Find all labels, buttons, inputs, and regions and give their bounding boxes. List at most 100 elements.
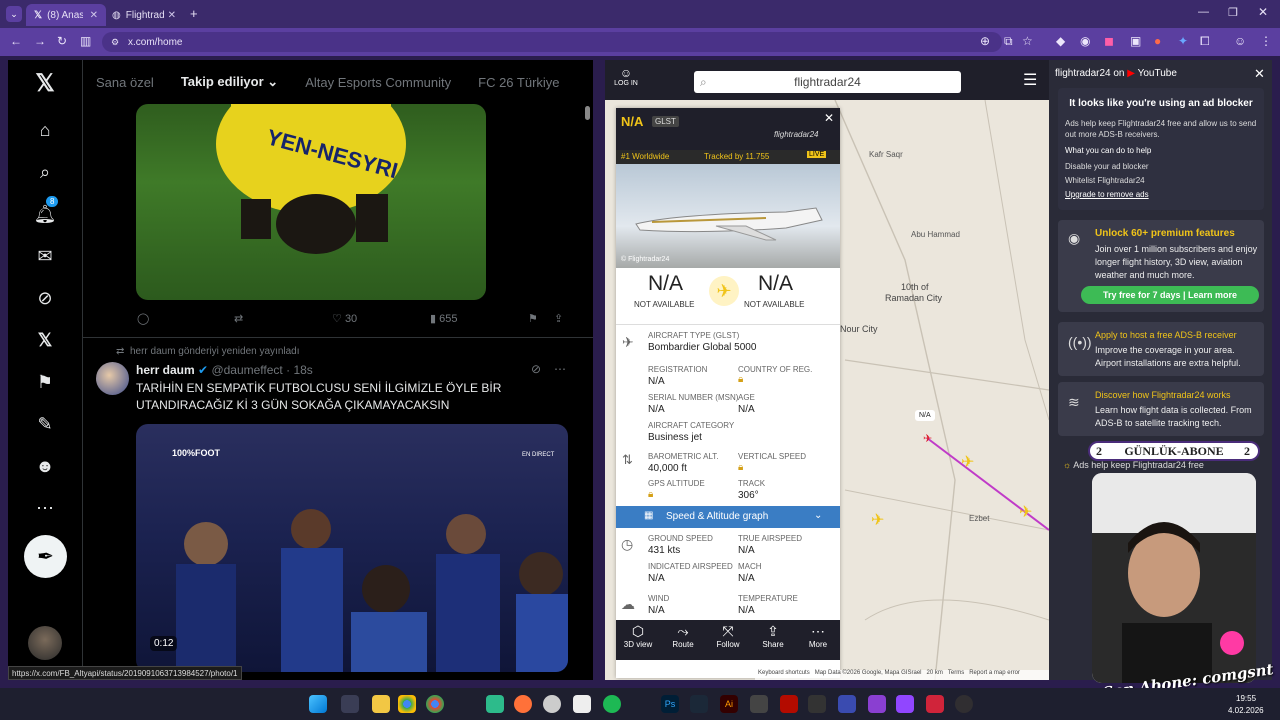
tab-following[interactable]: Takip ediliyor ⌄ bbox=[181, 74, 278, 90]
address-bar[interactable]: ⚙ x.com/home bbox=[102, 32, 1002, 52]
translate-icon[interactable]: ⧉ bbox=[1004, 34, 1013, 49]
post1-bookmark-button[interactable]: ⚑ bbox=[528, 312, 538, 325]
messages-icon[interactable]: ✉ bbox=[32, 243, 58, 269]
forward-icon[interactable]: → bbox=[34, 34, 46, 48]
extensions-puzzle-icon[interactable]: ⧠ bbox=[1200, 34, 1210, 49]
scrollbar[interactable] bbox=[585, 106, 590, 120]
post1-reply-button[interactable]: ◯ bbox=[137, 312, 149, 325]
fr24-search-input[interactable]: ⌕ flightradar24 bbox=[694, 71, 961, 93]
speed-altitude-graph-toggle[interactable]: ▦ Speed & Altitude graph ⌄ bbox=[616, 506, 840, 528]
tray-date[interactable]: 4.02.2026 bbox=[1228, 706, 1264, 715]
extension-3-icon[interactable]: ◼ bbox=[1104, 34, 1114, 48]
profile-icon[interactable]: ☻ bbox=[32, 453, 58, 479]
file-explorer-icon[interactable] bbox=[372, 695, 390, 713]
steam-icon[interactable] bbox=[690, 695, 708, 713]
share-button[interactable]: ⇪ Share bbox=[751, 620, 795, 660]
explore-search-icon[interactable]: ⌕ bbox=[32, 159, 58, 185]
tab-fc26[interactable]: FC 26 Türkiye bbox=[478, 75, 559, 90]
aircraft-marker-icon[interactable]: ✈ bbox=[961, 452, 974, 472]
bookmark-star-icon[interactable]: ☆ bbox=[1022, 34, 1033, 48]
notifications-icon[interactable]: 🔔︎ 8 bbox=[32, 196, 59, 227]
close-panel-icon[interactable]: ✕ bbox=[824, 111, 834, 125]
app-green-icon[interactable] bbox=[486, 695, 504, 713]
selected-flight-label[interactable]: N/A bbox=[915, 410, 935, 421]
obs-icon[interactable] bbox=[955, 695, 973, 713]
tab-community[interactable]: Altay Esports Community bbox=[305, 75, 451, 90]
post1-share-button[interactable]: ⇪ bbox=[554, 312, 563, 325]
extension-4-icon[interactable]: ▣ bbox=[1130, 34, 1141, 48]
follow-button[interactable]: ⤧ Follow bbox=[706, 620, 750, 660]
chrome-2-icon[interactable] bbox=[426, 695, 444, 713]
post-more-icon[interactable]: ⋯ bbox=[554, 362, 566, 376]
tab-search-icon[interactable]: ⌄ bbox=[6, 6, 22, 22]
tab-x[interactable]: 𝕏 (8) Anasayfa / X ✕ bbox=[26, 4, 106, 26]
zoom-icon[interactable]: ⊕ bbox=[980, 34, 990, 48]
start-icon[interactable] bbox=[309, 695, 327, 713]
repost-note[interactable]: ⇄ herr daum gönderiyi yeniden yayınladı bbox=[116, 346, 300, 357]
app-red-icon[interactable] bbox=[926, 695, 944, 713]
route-button[interactable]: ⤳ Route bbox=[661, 620, 705, 660]
author-handle[interactable]: @daumeffect bbox=[211, 363, 282, 377]
more-button[interactable]: ⋯ More bbox=[796, 620, 840, 660]
post1-photo[interactable]: YEN-NESYRI bbox=[136, 104, 486, 300]
post2-avatar[interactable] bbox=[96, 362, 129, 395]
profile-icon[interactable]: ☺ bbox=[1234, 34, 1246, 48]
grok-post-icon[interactable]: ⊘ bbox=[531, 362, 541, 376]
try-free-button[interactable]: Try free for 7 days | Learn more bbox=[1081, 286, 1259, 304]
extension-1-icon[interactable]: ◆ bbox=[1056, 34, 1065, 48]
tray-time[interactable]: 19:55 bbox=[1236, 694, 1256, 703]
app-twitch-icon[interactable] bbox=[896, 695, 914, 713]
close-tab-icon[interactable]: ✕ bbox=[90, 10, 98, 21]
close-side-icon[interactable]: ✕ bbox=[1254, 66, 1265, 82]
app-chess-icon[interactable] bbox=[750, 695, 768, 713]
firefox-icon[interactable] bbox=[514, 695, 532, 713]
site-info-icon[interactable]: ⚙ bbox=[111, 37, 119, 48]
account-avatar[interactable] bbox=[28, 626, 62, 660]
x-logo-icon[interactable]: 𝕏 bbox=[32, 70, 58, 97]
aircraft-photo[interactable]: © Flightradar24 bbox=[616, 164, 840, 268]
illustrator-icon[interactable]: Ai bbox=[720, 695, 738, 713]
tab-for-you[interactable]: Sana özel bbox=[96, 75, 154, 90]
grok-icon[interactable]: ⊘ bbox=[32, 285, 58, 311]
app-cm-icon[interactable] bbox=[838, 695, 856, 713]
maximize-button[interactable]: ❐ bbox=[1228, 6, 1238, 19]
app-capture-icon[interactable] bbox=[808, 695, 826, 713]
aircraft-marker-icon[interactable]: ✈ bbox=[923, 432, 932, 445]
fr24-menu-icon[interactable]: ☰ bbox=[1023, 70, 1037, 90]
close-window-button[interactable]: ✕ bbox=[1258, 5, 1268, 19]
app-purple-icon[interactable] bbox=[868, 695, 886, 713]
reload-icon[interactable]: ↻ bbox=[57, 34, 67, 48]
photoshop-icon[interactable]: Ps bbox=[661, 695, 679, 713]
spotify-icon[interactable] bbox=[603, 695, 621, 713]
extension-2-icon[interactable]: ◉ bbox=[1080, 34, 1090, 48]
aircraft-marker-icon[interactable]: ✈ bbox=[871, 510, 884, 530]
acrobat-icon[interactable] bbox=[780, 695, 798, 713]
menu-dots-icon[interactable]: ⋮ bbox=[1260, 34, 1272, 48]
chrome-icon[interactable] bbox=[398, 695, 416, 713]
login-button[interactable]: ☺ LOG IN bbox=[613, 66, 639, 87]
post-time[interactable]: · 18s bbox=[286, 363, 313, 377]
3d-view-button[interactable]: ⬡ 3D view bbox=[616, 620, 660, 660]
epic-icon[interactable] bbox=[573, 695, 591, 713]
post1-like-button[interactable]: ♡ 30 bbox=[332, 312, 357, 326]
how-it-works-card[interactable]: ≋ Discover how Flightradar24 works Learn… bbox=[1058, 382, 1264, 436]
close-tab-icon[interactable]: ✕ bbox=[168, 10, 176, 21]
back-icon[interactable]: ← bbox=[10, 34, 22, 48]
more-icon[interactable]: ⋯ bbox=[32, 495, 58, 521]
search-taskbar-icon[interactable] bbox=[341, 695, 359, 713]
post2-video[interactable]: 100%FOOT EN DIRECT 0:12 bbox=[136, 424, 568, 672]
app-ring-icon[interactable] bbox=[543, 695, 561, 713]
jobs-icon[interactable]: ✎ bbox=[32, 411, 58, 437]
post1-views[interactable]: ▮ 655 bbox=[430, 312, 457, 326]
minimize-button[interactable]: — bbox=[1198, 6, 1209, 18]
extension-6-icon[interactable]: ✦ bbox=[1178, 34, 1188, 48]
tab-flightradar[interactable]: ◍ Flightradar24 ✕ bbox=[104, 4, 184, 26]
premium-x-icon[interactable]: 𝕏 bbox=[32, 327, 58, 353]
new-tab-button[interactable]: + bbox=[190, 6, 198, 21]
aircraft-marker-icon[interactable]: ✈ bbox=[1019, 502, 1032, 522]
post-compose-button[interactable]: ✒ bbox=[24, 535, 67, 578]
post1-repost-button[interactable]: ⇄ bbox=[234, 312, 243, 325]
host-receiver-card[interactable]: ((•)) Apply to host a free ADS-B receive… bbox=[1058, 322, 1264, 376]
sidebar-icon[interactable]: ▥ bbox=[80, 34, 91, 48]
extension-5-icon[interactable]: ● bbox=[1154, 34, 1161, 48]
